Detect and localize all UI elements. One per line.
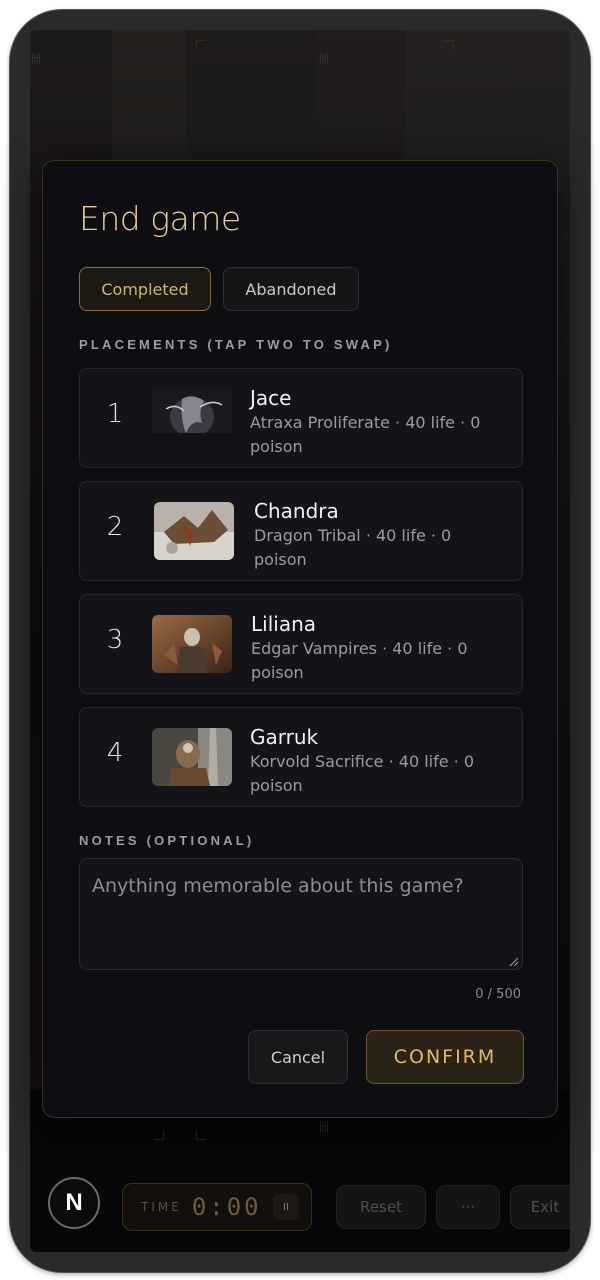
tab-completed[interactable]: Completed <box>79 267 211 311</box>
pause-icon[interactable]: II <box>273 1194 299 1220</box>
player-detail: Atraxa Proliferate · 40 life · 0 poison <box>250 413 481 456</box>
placement-row[interactable]: 1 Jace Atraxa Proliferate · 40 life · 0 … <box>79 368 523 468</box>
notes-char-counter: 0 / 500 <box>475 987 521 1002</box>
placement-rank: 1 <box>106 399 124 429</box>
placement-row[interactable]: 3 Liliana Edgar Vampires · 40 life · 0 p… <box>79 594 523 694</box>
timer-label: TIME <box>141 1200 182 1214</box>
commander-art <box>154 502 234 560</box>
notes-label: NOTES (OPTIONAL) <box>79 833 255 848</box>
confirm-button[interactable]: CONFIRM <box>366 1030 524 1084</box>
placement-row[interactable]: 4 Garruk Korvold Sacrifice · 40 life · 0… <box>79 707 523 807</box>
player-name: Chandra <box>254 499 339 523</box>
commander-art <box>152 389 232 447</box>
tab-abandoned[interactable]: Abandoned <box>223 267 359 311</box>
game-timer: TIME 0:00 II <box>122 1183 312 1231</box>
cancel-button[interactable]: Cancel <box>248 1030 348 1084</box>
reset-button[interactable]: Reset <box>336 1185 426 1229</box>
placement-rank: 2 <box>106 512 124 542</box>
placements-label: PLACEMENTS (TAP TWO TO SWAP) <box>79 337 393 352</box>
resize-grip-icon[interactable] <box>509 957 519 967</box>
commander-art <box>152 615 232 673</box>
player-name: Garruk <box>250 725 319 749</box>
end-game-dialog: End game Completed Abandoned PLACEMENTS … <box>42 160 558 1118</box>
player-name: Liliana <box>251 612 316 636</box>
exit-button[interactable]: Exit <box>510 1185 570 1229</box>
placement-rank: 4 <box>106 738 124 768</box>
phone-frame: 卌 卌 卌 N TIME 0:00 II Reset ··· Exit End … <box>10 10 590 1272</box>
timer-value: 0:00 <box>191 1193 262 1221</box>
placement-row[interactable]: 2 Chandra Dragon Tribal · 40 life · 0 po… <box>79 481 523 581</box>
player-detail: Edgar Vampires · 40 life · 0 poison <box>251 639 468 682</box>
dialog-title: End game <box>79 199 241 238</box>
commander-art <box>152 728 232 786</box>
notes-input[interactable] <box>79 858 523 970</box>
placement-rank: 3 <box>106 625 124 655</box>
player-name: Jace <box>250 386 292 410</box>
more-button[interactable]: ··· <box>436 1185 500 1229</box>
app-logo[interactable]: N <box>48 1177 100 1229</box>
player-detail: Dragon Tribal · 40 life · 0 poison <box>254 526 452 569</box>
player-detail: Korvold Sacrifice · 40 life · 0 poison <box>250 752 475 795</box>
